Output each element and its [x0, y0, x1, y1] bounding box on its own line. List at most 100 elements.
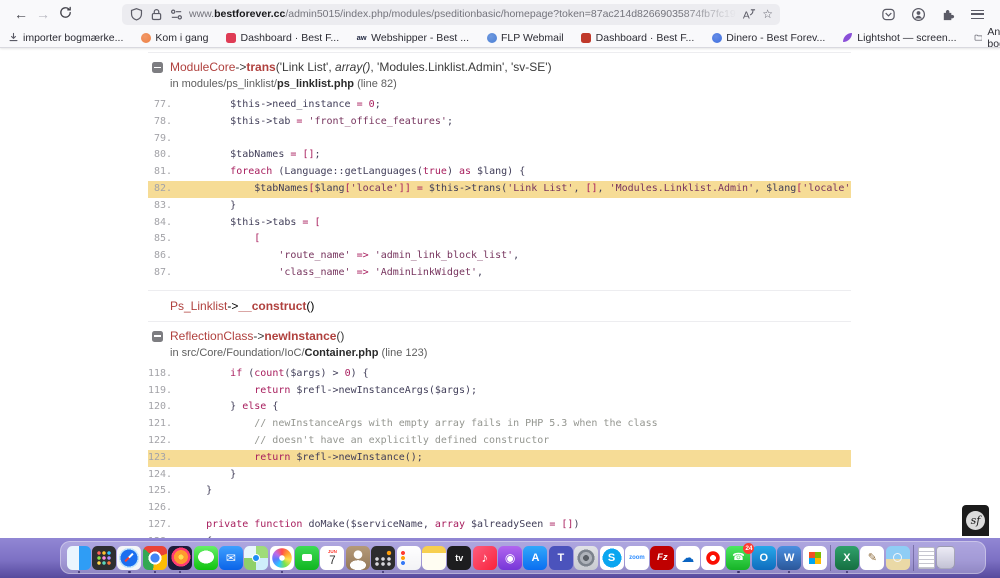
collapse-icon[interactable] [152, 331, 163, 342]
dock-item-trash[interactable] [936, 546, 955, 569]
dock-item-settings[interactable] [574, 546, 598, 570]
dock-item-acrobat[interactable] [701, 546, 725, 570]
dock-item-messages[interactable] [194, 546, 218, 570]
running-indicator [737, 571, 739, 573]
permissions-icon[interactable] [169, 7, 184, 22]
code-line: 79. [148, 131, 851, 148]
acrobat-icon [701, 546, 725, 570]
other-bookmarks-label: Andre bogmærker [987, 26, 1000, 50]
dock-item-zoom[interactable]: zoom [625, 546, 649, 570]
screen: ← → www.bestforever.cc/admin5015/index.p… [0, 0, 1000, 578]
bookmark-item[interactable]: Dinero - Best Forev... [711, 32, 825, 44]
dock-item-music[interactable]: ♪ [473, 546, 497, 570]
extensions-puzzle-icon[interactable] [941, 7, 956, 22]
chrome-icon [143, 546, 167, 570]
trace-method[interactable]: trans [246, 60, 275, 74]
address-bar[interactable]: www.bestforever.cc/admin5015/index.php/m… [122, 4, 780, 25]
bookmark-item[interactable]: FLP Webmail [486, 32, 564, 44]
dock-item-word[interactable]: W [777, 546, 801, 570]
dock-item-textedit[interactable]: ✎ [860, 546, 884, 570]
bookmark-label: Dashboard · Best F... [596, 32, 695, 44]
preview-icon [886, 546, 910, 570]
red-square-icon [226, 32, 237, 43]
other-bookmarks[interactable]: Andre bogmærker [974, 26, 1000, 50]
dock-item-notes[interactable] [422, 546, 446, 570]
bookmark-item[interactable]: Kom i gang [140, 32, 208, 44]
dock-item-calculator[interactable] [371, 546, 395, 570]
dock-item-whatsapp[interactable]: ☎24 [726, 546, 750, 570]
macos-dock: ✉ JUN7 tv♪◉AT SzoomFz☁ ☎24OW X✎ [60, 541, 986, 574]
trace-entry-modulecore: ModuleCore->trans('Link List', array(), … [148, 52, 851, 290]
dock-item-teams[interactable]: T [549, 546, 573, 570]
dock-item-finder[interactable] [67, 546, 91, 570]
toolbar-right [881, 7, 990, 22]
dock-item-docs[interactable] [918, 547, 935, 569]
bookmark-item[interactable]: Dashboard · Best F... [581, 32, 695, 44]
account-icon[interactable] [911, 7, 926, 22]
bookmark-item[interactable]: Lightshot — screen... [842, 32, 956, 44]
dock-item-firefox[interactable] [168, 546, 192, 570]
code-line: 80. $tabNames = []; [148, 147, 851, 164]
desktop-wallpaper-strip: ✉ JUN7 tv♪◉AT SzoomFz☁ ☎24OW X✎ [0, 538, 1000, 578]
lock-icon[interactable] [149, 7, 164, 22]
photos-icon [270, 546, 294, 570]
bookmark-label: importer bogmærke... [23, 32, 123, 44]
dock-item-safari[interactable] [117, 546, 141, 570]
reload-button[interactable] [54, 5, 76, 23]
symfony-toolbar-toggle[interactable]: sf [962, 505, 989, 536]
bookmark-label: Dinero - Best Forev... [726, 32, 825, 44]
dock-item-outlook[interactable]: O [752, 546, 776, 570]
filezilla-icon: Fz [650, 546, 674, 570]
menu-icon[interactable] [971, 10, 984, 19]
purple-feather-icon [842, 32, 853, 43]
collapse-icon[interactable] [152, 62, 163, 73]
dock-item-calendar[interactable]: JUN7 [320, 546, 344, 570]
running-indicator [846, 571, 848, 573]
dock-item-excel[interactable]: X [835, 546, 859, 570]
bookmark-item[interactable]: importer bogmærke... [8, 32, 123, 44]
bookmark-label: Dashboard · Best F... [241, 32, 340, 44]
bookmark-item[interactable]: awWebshipper - Best ... [356, 32, 469, 44]
trace-method[interactable]: __construct [238, 299, 306, 313]
shield-icon[interactable] [129, 7, 144, 22]
teams-icon: T [549, 546, 573, 570]
code-line: 125. } [148, 483, 851, 500]
docs-icon [918, 547, 935, 569]
dock-item-findmy[interactable] [244, 546, 268, 570]
translate-icon[interactable]: A [741, 7, 756, 22]
trace-signature: ModuleCore->trans('Link List', array(), … [148, 53, 851, 75]
contacts-icon [346, 546, 370, 570]
code-line: 84. $this->tabs = [ [148, 215, 851, 232]
dock-item-appstore[interactable]: A [523, 546, 547, 570]
reload-icon [58, 5, 73, 20]
trace-method[interactable]: newInstance [264, 329, 336, 343]
trace-signature: ReflectionClass->newInstance() [148, 322, 851, 344]
dock-item-mail[interactable]: ✉ [219, 546, 243, 570]
trace-entry-pslinklist: Ps_Linklist->__construct() [148, 290, 851, 321]
dock-item-reminders[interactable] [397, 546, 421, 570]
pocket-icon[interactable] [881, 7, 896, 22]
dock-item-skype[interactable]: S [600, 546, 624, 570]
dock-item-podcasts[interactable]: ◉ [498, 546, 522, 570]
dock-item-m365[interactable] [803, 546, 827, 570]
code-line: 78. $this->tab = 'front_office_features'… [148, 114, 851, 131]
code-line: 82. $tabNames[$lang['locale']] = $this->… [148, 181, 851, 198]
dock-item-tv[interactable]: tv [447, 546, 471, 570]
dock-item-preview[interactable] [886, 546, 910, 570]
code-line: 86. 'route_name' => 'admin_link_block_li… [148, 248, 851, 265]
dock-separator [913, 545, 914, 571]
bookmark-label: Kom i gang [155, 32, 208, 44]
bookmark-item[interactable]: Dashboard · Best F... [226, 32, 340, 44]
dock-item-onedrive[interactable]: ☁ [676, 546, 700, 570]
back-button[interactable]: ← [10, 6, 32, 22]
dock-item-photos[interactable] [270, 546, 294, 570]
forward-button[interactable]: → [32, 6, 54, 22]
dock-item-chrome[interactable] [143, 546, 167, 570]
settings-icon [574, 546, 598, 570]
dock-item-contacts[interactable] [346, 546, 370, 570]
bookmark-star-icon[interactable]: ☆ [762, 8, 773, 20]
calendar-icon: JUN7 [320, 546, 344, 570]
dock-item-launchpad[interactable] [92, 546, 116, 570]
dock-item-facetime[interactable] [295, 546, 319, 570]
dock-item-filezilla[interactable]: Fz [650, 546, 674, 570]
